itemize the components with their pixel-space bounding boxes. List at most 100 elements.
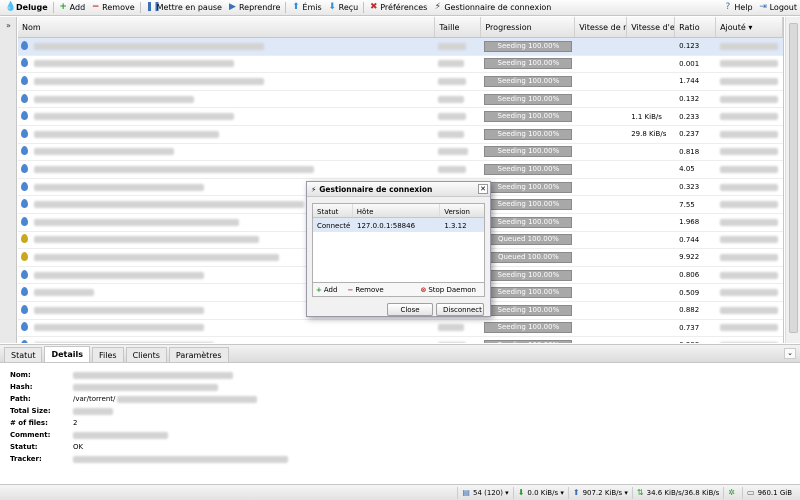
size-redacted	[438, 341, 467, 343]
close-button[interactable]: Close	[387, 303, 433, 316]
preferences-button[interactable]: ✖ Préférences	[366, 1, 430, 15]
upload-speed-status[interactable]: ⬆ 907.2 KiB/s ▾	[567, 486, 632, 499]
column-host[interactable]: Hôte	[353, 204, 441, 217]
host-version: 1.3.12	[444, 222, 467, 230]
table-row[interactable]: Seeding 100.00% 1.1 KiB/s 0.233	[18, 108, 783, 126]
state-icon	[18, 128, 32, 140]
state-icon	[18, 93, 32, 105]
seeding-icon	[21, 339, 29, 343]
dht-status: ✲	[723, 486, 742, 499]
resume-button[interactable]: ▶ Reprendre	[225, 1, 283, 15]
torrent-added	[716, 267, 783, 284]
name-redacted	[33, 341, 214, 343]
table-row[interactable]: Seeding 100.00% 29.8 KiB/s 0.237	[18, 126, 783, 144]
column-status[interactable]: Statut	[313, 204, 353, 217]
column-version[interactable]: Version	[440, 204, 484, 217]
plus-icon: +	[316, 285, 322, 294]
remove-host-button[interactable]: − Remove	[347, 286, 388, 294]
seeding-icon	[21, 128, 29, 138]
queue-up-button[interactable]: ⬆ Émis	[288, 1, 324, 15]
main-toolbar: 💧 Deluge + Add − Remove ❚❚ Mettre en pause …	[0, 0, 800, 16]
torrent-progress: Seeding 100.00%	[481, 55, 575, 72]
connections-status[interactable]: ▤ 54 (120) ▾	[457, 486, 512, 499]
host-row[interactable]: Connecté 127.0.0.1:58846 1.3.12	[313, 218, 484, 232]
state-icon	[18, 216, 32, 228]
progress-bar: Seeding 100.00%	[484, 304, 573, 316]
column-ratio[interactable]: Ratio	[675, 17, 717, 37]
expand-sidebar-button[interactable]: »	[2, 20, 15, 31]
table-row[interactable]: Seeding 100.00% 0.988	[18, 337, 783, 343]
tab-settings[interactable]: Paramètres	[168, 347, 229, 362]
column-added[interactable]: Ajouté ▾	[716, 17, 783, 37]
torrent-progress: Seeding 100.00%	[481, 161, 575, 178]
name-redacted	[33, 306, 204, 314]
arrow-up-icon: ⬆	[292, 2, 300, 12]
torrent-ratio: 0.123	[679, 42, 700, 51]
progress-bar: Seeding 100.00%	[484, 75, 573, 87]
column-size[interactable]: Taille	[435, 17, 482, 37]
remove-button[interactable]: − Remove	[88, 1, 137, 15]
arrow-down-icon: ⬇	[328, 2, 336, 12]
help-button[interactable]: ? Help	[720, 1, 755, 15]
column-progress[interactable]: Progression	[481, 17, 576, 37]
add-host-button[interactable]: + Add	[316, 286, 342, 294]
close-icon[interactable]: ✕	[478, 184, 488, 194]
disconnect-button[interactable]: Disconnect	[436, 303, 484, 316]
torrent-ratio: 0.744	[679, 235, 700, 244]
tab-status[interactable]: Statut	[4, 347, 43, 362]
seeding-icon	[21, 322, 29, 332]
toolbar-separator	[285, 2, 287, 13]
progress-bar: Seeding 100.00%	[484, 93, 573, 105]
grid-scrollbar[interactable]	[785, 17, 800, 343]
torrent-ratio: 1.744	[679, 77, 700, 86]
state-icon	[18, 199, 32, 210]
deluge-logo-icon: 💧	[5, 2, 17, 12]
tab-files[interactable]: Files	[92, 347, 124, 362]
torrent-progress: Seeding 100.00%	[481, 214, 575, 231]
state-icon	[18, 163, 32, 175]
seeding-icon	[21, 146, 29, 156]
collapse-panel-button[interactable]: ⌄	[784, 348, 796, 359]
connection-manager-button[interactable]: ⚡ Gestionnaire de connexion	[430, 1, 554, 15]
progress-bar: Seeding 100.00%	[484, 181, 573, 193]
torrent-name	[32, 143, 435, 160]
torrent-size	[435, 337, 481, 343]
table-row[interactable]: Seeding 100.00% 0.001	[18, 56, 783, 74]
column-name[interactable]: Nom	[18, 17, 436, 37]
progress-bar: Seeding 100.00%	[484, 199, 573, 211]
progress-bar: Seeding 100.00%	[484, 269, 573, 281]
torrent-up-speed: 1.1 KiB/s	[631, 112, 662, 121]
table-row[interactable]: Seeding 100.00% 0.132	[18, 91, 783, 109]
table-row[interactable]: Seeding 100.00% 0.737	[18, 320, 783, 338]
details-content: Nom: Hash: Path: /var/torrent/ Total Size…	[0, 363, 800, 471]
column-down-speed[interactable]: Vitesse de r...	[575, 17, 628, 37]
table-row[interactable]: Seeding 100.00% 1.744	[18, 73, 783, 91]
tab-details[interactable]: Details	[44, 346, 91, 362]
torrent-progress: Seeding 100.00%	[481, 38, 575, 55]
torrent-size	[435, 126, 481, 143]
pause-button[interactable]: ❚❚ Mettre en pause	[143, 1, 225, 15]
torrent-progress: Seeding 100.00%	[481, 302, 575, 319]
torrent-name	[32, 161, 435, 178]
add-button[interactable]: + Add	[56, 1, 89, 15]
name-redacted	[33, 218, 239, 226]
logout-button[interactable]: ⇥ Logout	[756, 1, 800, 15]
dialog-title-bar[interactable]: ⚡ Gestionnaire de connexion ✕	[307, 182, 490, 197]
table-row[interactable]: Seeding 100.00% 0.123	[18, 38, 783, 56]
table-row[interactable]: Seeding 100.00% 4.05	[18, 161, 783, 179]
column-up-speed[interactable]: Vitesse d'e...	[627, 17, 676, 37]
torrent-size	[435, 319, 481, 336]
name-redacted	[33, 201, 304, 209]
torrent-progress: Seeding 100.00%	[481, 91, 575, 108]
scrollbar-thumb[interactable]	[789, 23, 798, 333]
torrent-added	[716, 302, 783, 319]
name-redacted	[33, 148, 174, 156]
stop-daemon-button[interactable]: ⊗ Stop Daemon	[420, 286, 481, 294]
tab-clients[interactable]: Clients	[125, 347, 167, 362]
table-row[interactable]: Seeding 100.00% 0.818	[18, 144, 783, 162]
app-title: 💧 Deluge	[5, 2, 48, 13]
download-speed-status[interactable]: ⬇ 0.0 KiB/s ▾	[512, 486, 568, 499]
torrent-added	[716, 143, 783, 160]
progress-bar: Seeding 100.00%	[484, 287, 573, 299]
queue-down-button[interactable]: ⬇ Reçu	[325, 1, 362, 15]
